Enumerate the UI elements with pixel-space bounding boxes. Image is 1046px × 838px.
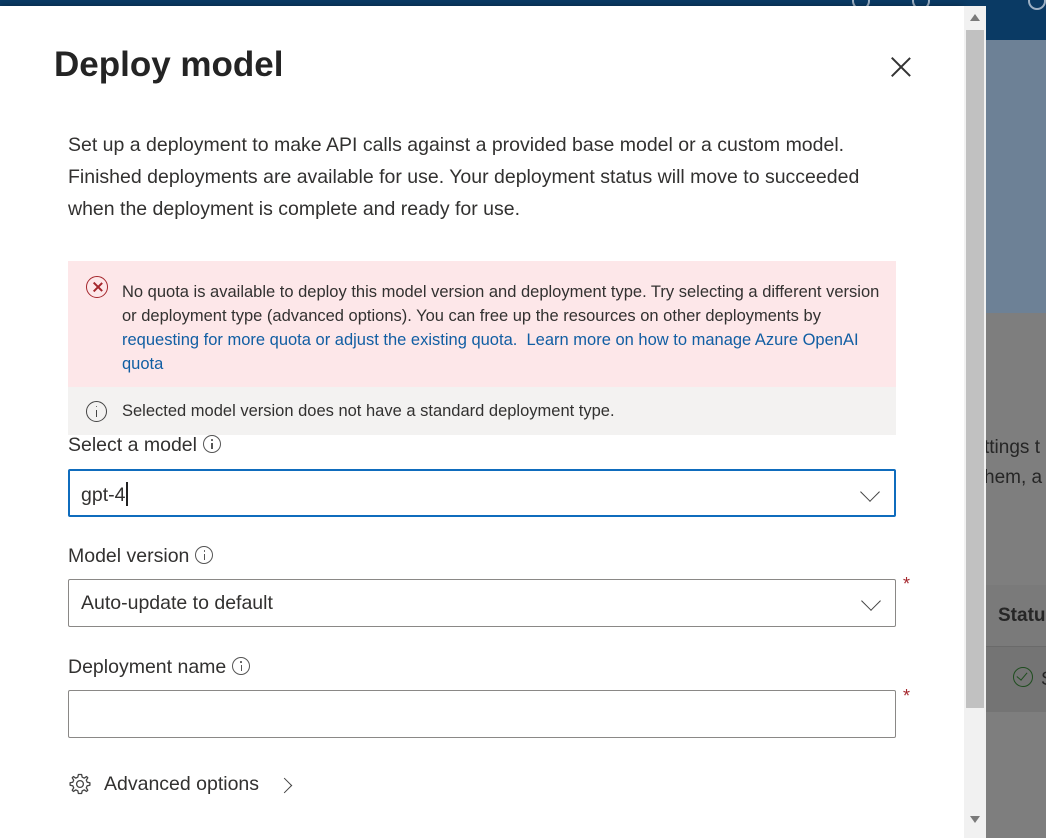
smiley-icon	[1028, 0, 1046, 10]
info-message: Selected model version does not have a s…	[122, 402, 615, 420]
select-model-label-text: Select a model	[68, 434, 197, 456]
background-status-header: Statu	[998, 605, 1046, 626]
deployment-name-label: Deployment name	[68, 656, 251, 679]
info-message-bar: Selected model version does not have a s…	[68, 387, 896, 435]
info-icon[interactable]	[232, 657, 251, 675]
background-table-header: Statu	[986, 585, 1046, 647]
gear-icon	[69, 773, 91, 795]
error-circle-icon	[86, 276, 108, 298]
background-text: hem, a	[984, 467, 1043, 488]
info-icon[interactable]	[203, 435, 221, 453]
model-version-value: Auto-update to default	[81, 592, 273, 614]
required-indicator: *	[903, 574, 911, 594]
text-caret	[126, 482, 128, 506]
scroll-down-arrow-icon[interactable]	[970, 816, 980, 823]
error-message-text: No quota is available to deploy this mod…	[122, 283, 880, 325]
select-model-combobox[interactable]: gpt-4	[68, 469, 896, 517]
deployment-name-input[interactable]	[68, 690, 896, 738]
error-message: No quota is available to deploy this mod…	[122, 280, 882, 376]
dialog-description: Set up a deployment to make API calls ag…	[68, 134, 860, 220]
dialog-scrollbar[interactable]	[964, 6, 986, 838]
dialog-title: Deploy model	[54, 45, 284, 84]
select-model-label: Select a model	[68, 434, 221, 457]
required-indicator: *	[903, 686, 911, 706]
chevron-down-icon[interactable]	[860, 482, 880, 502]
model-version-dropdown[interactable]: Auto-update to default	[68, 579, 896, 627]
deploy-model-dialog: Deploy model Set up a deployment to make…	[0, 6, 964, 838]
model-version-label: Model version	[68, 545, 214, 568]
background-banner	[986, 40, 1046, 313]
info-icon[interactable]	[195, 546, 214, 564]
background-row-text: S	[1041, 669, 1046, 691]
advanced-options-label: Advanced options	[104, 773, 260, 795]
chevron-down-icon[interactable]	[861, 591, 881, 611]
chevron-right-icon	[276, 777, 293, 794]
background-text: ttings t	[984, 437, 1040, 458]
info-icon	[86, 401, 107, 422]
close-button[interactable]	[887, 53, 915, 81]
error-message-bar: No quota is available to deploy this mod…	[68, 261, 896, 387]
scroll-up-arrow-icon[interactable]	[970, 14, 980, 21]
request-quota-link[interactable]: requesting for more quota or adjust the …	[122, 331, 517, 349]
deployment-name-label-text: Deployment name	[68, 656, 227, 678]
scroll-thumb[interactable]	[966, 30, 984, 708]
check-circle-icon	[1013, 667, 1033, 687]
model-version-label-text: Model version	[68, 545, 190, 567]
select-model-value[interactable]: gpt-4	[81, 482, 128, 507]
